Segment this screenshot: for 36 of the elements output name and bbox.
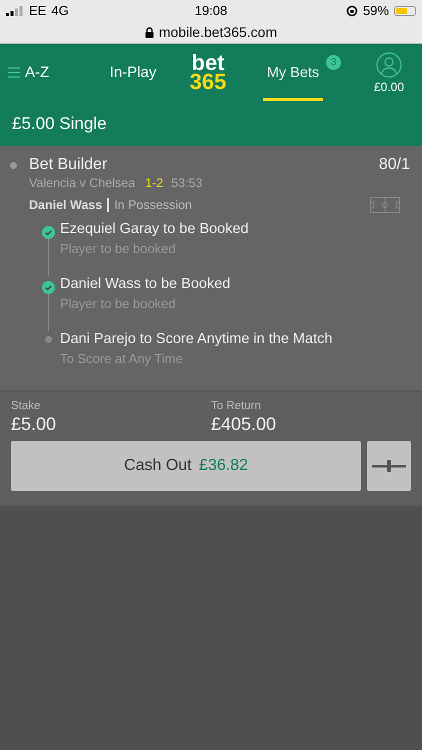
battery-icon <box>394 6 416 16</box>
network-type: 4G <box>51 3 69 18</box>
player-name: Daniel Wass <box>29 198 110 212</box>
selection-name: Dani Parejo to Score Anytime in the Match <box>60 331 332 347</box>
odds: 80/1 <box>378 156 410 174</box>
carrier-name: EE <box>29 3 46 18</box>
a-z-menu-button[interactable]: A-Z <box>8 44 88 101</box>
clock-time: 19:08 <box>194 3 228 18</box>
cash-out-button[interactable]: Cash Out £36.82 <box>11 441 361 491</box>
rotation-lock-icon <box>346 4 358 16</box>
signal-icon <box>6 6 24 16</box>
logo-text: bet <box>192 54 224 72</box>
bullet-dot-icon <box>10 162 17 168</box>
url-address: mobile.bet365.com <box>158 24 278 40</box>
return-value: £405.00 <box>211 414 278 435</box>
menu-icon <box>8 67 20 78</box>
match-event: In Possession <box>113 198 194 212</box>
selection-name: Daniel Wass to be Booked <box>60 276 230 292</box>
slider-icon <box>372 460 406 472</box>
battery-percent: 59% <box>362 3 389 18</box>
logo-number: 365 <box>190 72 226 92</box>
lock-icon <box>144 26 154 38</box>
bet-title: £5.00 Single <box>11 112 108 134</box>
count-badge: 3 <box>326 55 341 70</box>
match-name: Valencia v Chelsea <box>29 176 136 190</box>
match-clock: 53:53 <box>171 176 202 190</box>
match-score: 1-2 <box>145 176 164 190</box>
nav-tab[interactable]: In-Play <box>88 44 178 101</box>
bet-name: Bet Builder <box>29 156 108 174</box>
partial-cash-out-button[interactable] <box>367 441 411 491</box>
account-button[interactable]: £0.00 <box>364 44 414 101</box>
user-icon <box>376 52 402 78</box>
selection-name: Ezequiel Garay to be Booked <box>60 221 249 237</box>
return-label: To Return <box>211 400 262 412</box>
stake-value: £5.00 <box>11 414 58 435</box>
stake-label: Stake <box>11 400 42 412</box>
